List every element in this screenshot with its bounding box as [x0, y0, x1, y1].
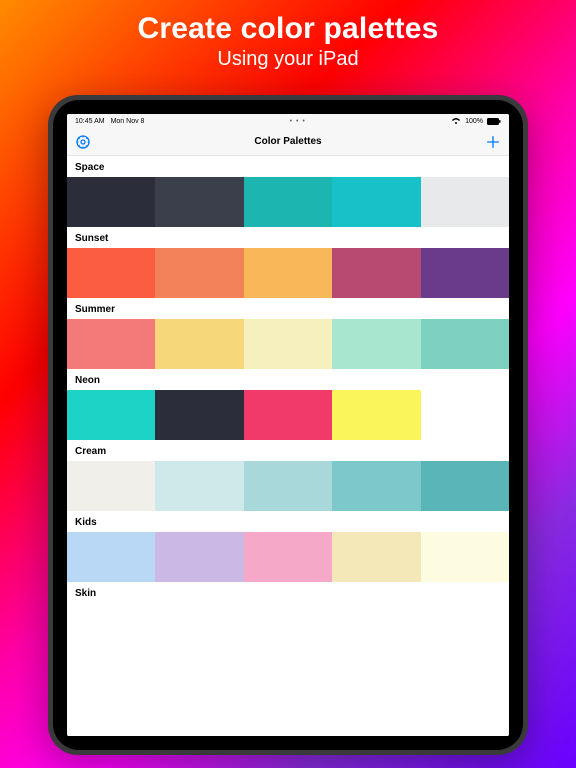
hero-title: Create color palettes	[0, 12, 576, 46]
palette-section[interactable]: Kids	[67, 511, 509, 582]
hero-subtitle: Using your iPad	[0, 48, 576, 71]
nav-title: Color Palettes	[67, 136, 509, 147]
color-swatch[interactable]	[421, 461, 509, 511]
color-swatch[interactable]	[244, 461, 332, 511]
color-swatch[interactable]	[332, 532, 420, 582]
color-swatch[interactable]	[67, 532, 155, 582]
palette-title: Skin	[67, 582, 509, 603]
palette-row[interactable]	[67, 248, 509, 298]
status-bar: 10:45 AM Mon Nov 8 • • • 100%	[67, 114, 509, 128]
color-swatch[interactable]	[244, 177, 332, 227]
palette-list[interactable]: Space Sunset Summer Neon Cream Kids Skin	[67, 156, 509, 736]
color-swatch[interactable]	[155, 390, 243, 440]
palette-row[interactable]	[67, 532, 509, 582]
status-date: Mon Nov 8	[111, 118, 145, 125]
nav-bar: Color Palettes	[67, 128, 509, 156]
palette-section[interactable]: Summer	[67, 298, 509, 369]
color-swatch[interactable]	[244, 532, 332, 582]
palette-section[interactable]: Cream	[67, 440, 509, 511]
ipad-screen: 10:45 AM Mon Nov 8 • • • 100%	[67, 114, 509, 736]
color-swatch[interactable]	[332, 319, 420, 369]
wifi-icon	[451, 117, 461, 125]
color-swatch[interactable]	[332, 177, 420, 227]
color-swatch[interactable]	[155, 177, 243, 227]
battery-icon	[487, 118, 501, 125]
palette-title: Kids	[67, 511, 509, 532]
battery-percent: 100%	[465, 118, 483, 125]
palette-title: Space	[67, 156, 509, 177]
multitask-dots[interactable]: • • •	[290, 118, 306, 125]
color-swatch[interactable]	[421, 532, 509, 582]
color-swatch[interactable]	[244, 248, 332, 298]
color-swatch[interactable]	[67, 177, 155, 227]
palette-row[interactable]	[67, 319, 509, 369]
color-swatch[interactable]	[155, 461, 243, 511]
palette-title: Neon	[67, 369, 509, 390]
palette-section[interactable]: Neon	[67, 369, 509, 440]
color-swatch[interactable]	[332, 390, 420, 440]
color-swatch[interactable]	[332, 461, 420, 511]
palette-row[interactable]	[67, 461, 509, 511]
color-swatch[interactable]	[244, 319, 332, 369]
color-swatch[interactable]	[244, 390, 332, 440]
color-swatch[interactable]	[67, 319, 155, 369]
color-swatch[interactable]	[67, 461, 155, 511]
palette-title: Cream	[67, 440, 509, 461]
status-time: 10:45 AM	[75, 118, 105, 125]
color-swatch[interactable]	[155, 319, 243, 369]
hero-banner: Create color palettes Using your iPad	[0, 0, 576, 71]
color-swatch[interactable]	[421, 319, 509, 369]
ipad-device-frame: 10:45 AM Mon Nov 8 • • • 100%	[48, 95, 528, 755]
palette-title: Summer	[67, 298, 509, 319]
color-swatch[interactable]	[421, 390, 509, 440]
palette-section[interactable]: Skin	[67, 582, 509, 603]
add-button[interactable]	[485, 134, 501, 150]
color-swatch[interactable]	[155, 248, 243, 298]
settings-button[interactable]	[75, 134, 91, 150]
color-swatch[interactable]	[155, 532, 243, 582]
palette-title: Sunset	[67, 227, 509, 248]
palette-section[interactable]: Space	[67, 156, 509, 227]
palette-row[interactable]	[67, 390, 509, 440]
palette-row[interactable]	[67, 177, 509, 227]
palette-section[interactable]: Sunset	[67, 227, 509, 298]
ipad-bezel: 10:45 AM Mon Nov 8 • • • 100%	[53, 100, 523, 750]
color-swatch[interactable]	[332, 248, 420, 298]
color-swatch[interactable]	[421, 177, 509, 227]
color-swatch[interactable]	[67, 248, 155, 298]
color-swatch[interactable]	[421, 248, 509, 298]
color-swatch[interactable]	[67, 390, 155, 440]
